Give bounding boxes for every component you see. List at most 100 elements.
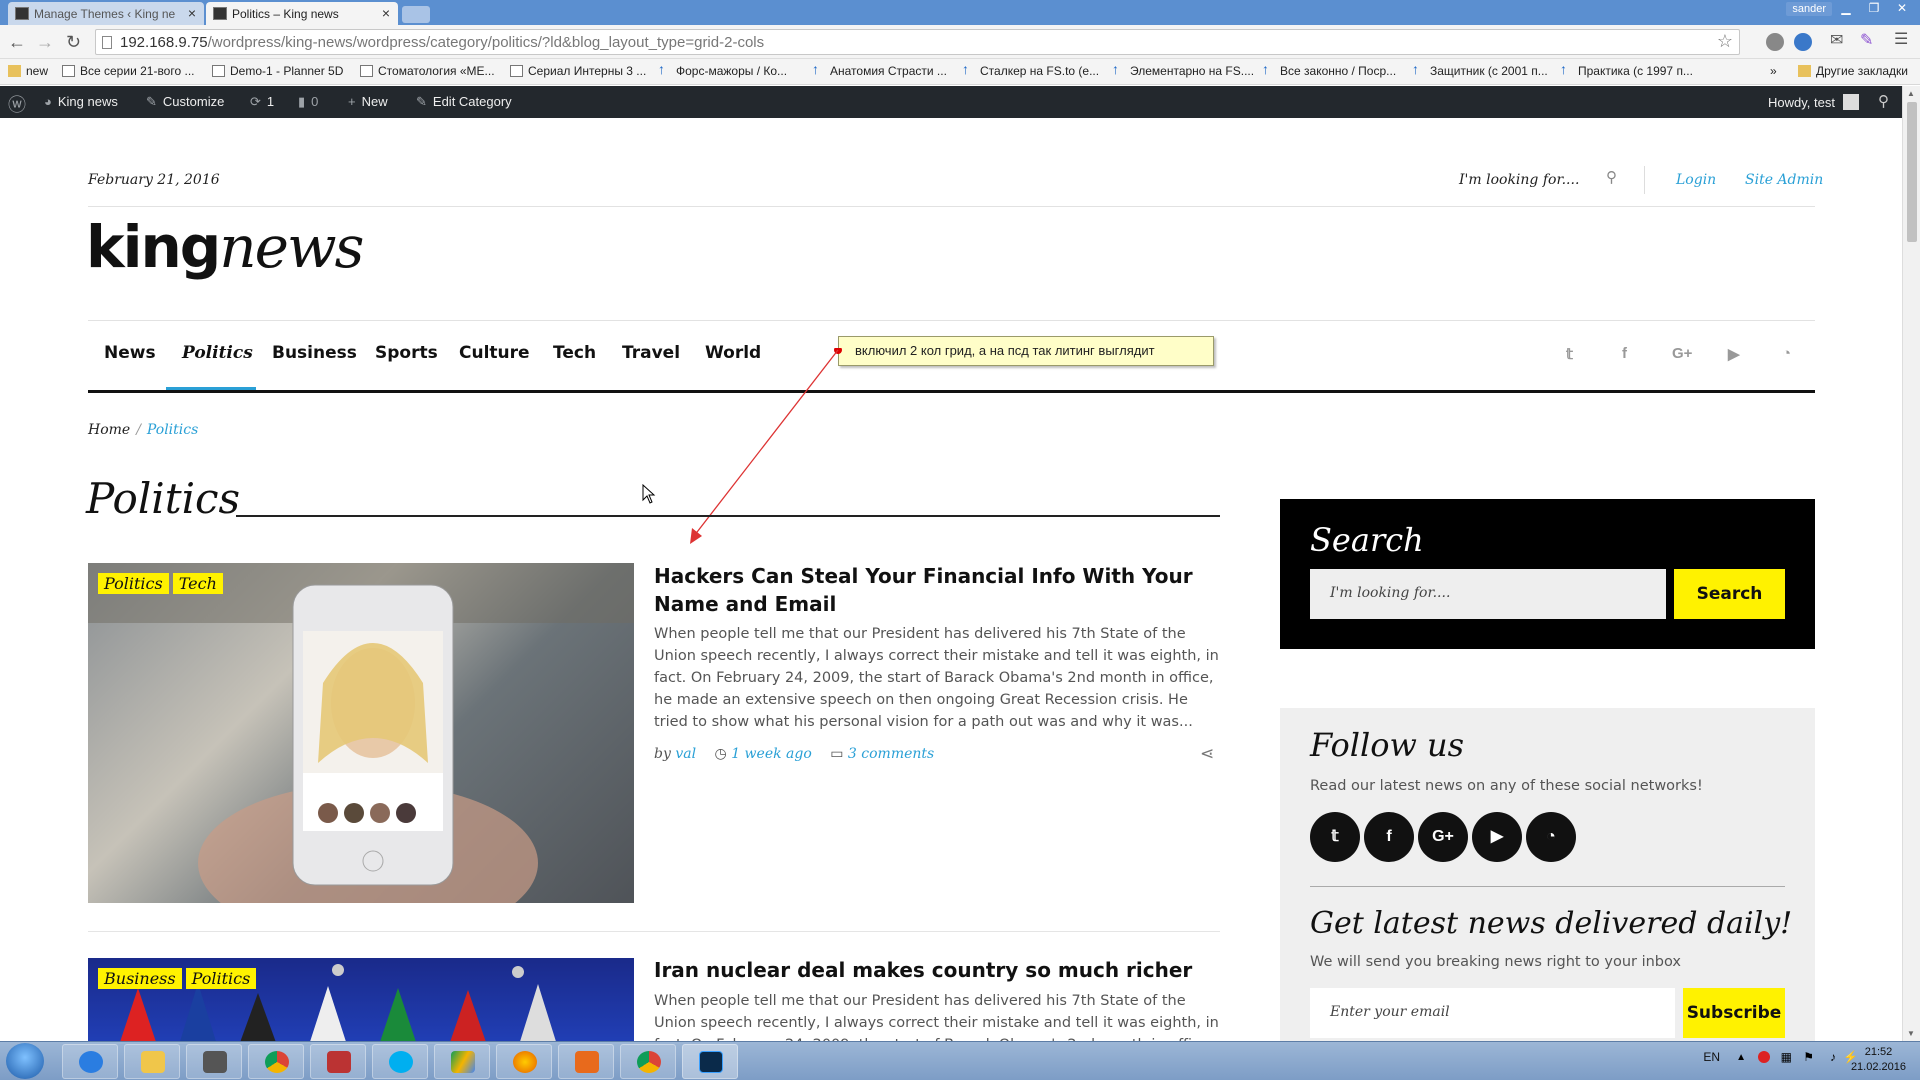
new-tab-button[interactable] [402,6,430,23]
newsletter-email-input[interactable]: Enter your email [1310,988,1675,1038]
scroll-down-icon[interactable]: ▼ [1907,1029,1915,1038]
other-bookmarks[interactable]: Другие закладки [1798,64,1908,78]
taskbar-firefox[interactable] [496,1044,552,1079]
bookmark-item[interactable]: Сериал Интерны 3 ... [510,64,646,78]
bookmark-item[interactable]: ↑ Анатомия Страсти ... [812,61,947,78]
google-plus-icon[interactable]: G+ [1418,812,1468,862]
taskbar-sublime[interactable] [186,1044,242,1079]
admin-comments-link[interactable]: ▮ 0 [298,94,318,110]
post-time-link[interactable]: 1 week ago [731,746,812,762]
subscribe-button[interactable]: Subscribe [1683,988,1785,1038]
opera-tray-icon[interactable] [1758,1051,1770,1063]
bookmark-item[interactable]: ↑ Сталкер на FS.to (е... [962,61,1099,78]
taskbar-chrome-2[interactable] [620,1044,676,1079]
bookmark-item[interactable]: Все серии 21-вого ... [62,64,194,78]
share-icon[interactable]: ⋖ [1200,744,1214,764]
login-link[interactable]: Login [1676,172,1716,188]
search-icon[interactable]: ⚲ [1606,168,1617,186]
facebook-icon[interactable]: f [1364,812,1414,862]
bookmark-star-icon[interactable]: ☆ [1717,31,1733,52]
tag-politics[interactable]: Politics [98,573,169,594]
volume-icon[interactable]: ♪ [1830,1050,1836,1064]
post-title[interactable]: Hackers Can Steal Your Financial Info Wi… [654,562,1224,618]
post-thumbnail[interactable]: Business Politics [88,958,634,1041]
bookmark-item[interactable]: Demo-1 - Planner 5D [212,64,343,78]
nav-item-politics[interactable]: Politics [182,343,253,363]
close-tab-icon[interactable]: × [188,5,196,21]
restore-icon[interactable]: ❐ [1862,0,1886,16]
admin-howdy-link[interactable]: Howdy, test [1768,94,1859,110]
admin-edit-category-link[interactable]: ✎ Edit Category [416,94,512,110]
facebook-icon[interactable]: f [1622,345,1627,362]
nav-item-tech[interactable]: Tech [553,343,596,363]
nav-item-news[interactable]: News [104,343,156,363]
post-author-link[interactable]: val [675,746,696,762]
post-comments-link[interactable]: 3 comments [848,746,934,762]
taskbar-floppy[interactable] [310,1044,366,1079]
extension-icon[interactable] [1794,33,1812,51]
admin-updates-link[interactable]: ⟳ 1 [250,94,274,110]
nav-item-sports[interactable]: Sports [375,343,438,363]
close-window-icon[interactable]: ✕ [1890,0,1914,16]
bookmark-item[interactable]: ↑ Элементарно на FS.... [1112,61,1254,78]
minimize-icon[interactable]: ▁ [1834,0,1858,16]
tag-politics[interactable]: Politics [185,968,257,989]
admin-customize-link[interactable]: ✎ Customize [146,94,224,110]
language-indicator[interactable]: EN [1703,1050,1720,1064]
taskbar-ie[interactable] [62,1044,118,1079]
bookmark-item[interactable]: ↑ Все законно / Поср... [1262,61,1396,78]
twitter-icon[interactable]: 𝕥 [1566,345,1573,363]
wordpress-logo-icon[interactable]: ⓦ [8,91,26,117]
url-input[interactable]: 192.168.9.75/wordpress/king-news/wordpre… [95,29,1740,55]
page-scrollbar[interactable]: ▲ ▼ [1902,86,1920,1041]
youtube-icon[interactable]: ▶ [1728,345,1740,363]
bookmark-item[interactable]: new [8,64,48,78]
forward-icon[interactable]: → [36,32,54,53]
close-tab-icon[interactable]: × [382,5,390,21]
admin-site-link[interactable]: ◕ King news [44,94,118,109]
youtube-icon[interactable]: ▶ [1472,812,1522,862]
nav-item-business[interactable]: Business [272,343,357,363]
nav-item-travel[interactable]: Travel [622,343,680,363]
tray-arrow-icon[interactable]: ▲ [1736,1052,1746,1063]
scrollbar-thumb[interactable] [1907,102,1917,242]
scroll-up-icon[interactable]: ▲ [1907,89,1915,98]
tag-business[interactable]: Business [98,968,182,989]
reload-icon[interactable]: ↻ [66,32,81,53]
more-bookmarks-button[interactable]: » [1770,64,1777,78]
twitter-icon[interactable]: 𝕥 [1310,812,1360,862]
tab-politics[interactable]: Politics – King news × [206,2,398,25]
sidebar-search-button[interactable]: Search [1674,569,1785,619]
back-icon[interactable]: ← [8,32,26,53]
breadcrumb-home[interactable]: Home [88,422,130,438]
network-icon[interactable]: ▦ [1781,1050,1792,1064]
site-admin-link[interactable]: Site Admin [1745,172,1823,188]
admin-search-icon[interactable]: ⚲ [1878,92,1889,110]
bookmark-item[interactable]: ↑ Форс-мажоры / Ко... [658,61,787,78]
flag-icon[interactable]: ⚑ [1803,1050,1814,1064]
admin-new-link[interactable]: + New [348,94,388,109]
taskbar-explorer[interactable] [124,1044,180,1079]
tab-manage-themes[interactable]: Manage Themes ‹ King ne × [8,2,204,25]
bookmark-item[interactable]: ↑ Защитник (с 2001 п... [1412,61,1548,78]
rss-icon[interactable]: ◔ [1526,812,1576,862]
sidebar-search-input[interactable]: I'm looking for.... [1310,569,1666,619]
start-button[interactable] [6,1043,44,1079]
post-title[interactable]: Iran nuclear deal makes country so much … [654,956,1224,984]
google-plus-icon[interactable]: G+ [1672,345,1692,362]
bookmark-item[interactable]: ↑ Практика (с 1997 п... [1560,61,1693,78]
mail-icon[interactable]: ✉ [1830,30,1848,49]
taskbar-clock[interactable]: 21:52 21.02.2016 [1851,1045,1906,1075]
taskbar-skype[interactable] [372,1044,428,1079]
taskbar-outlook[interactable] [558,1044,614,1079]
bookmark-item[interactable]: Стоматология «МЕ... [360,64,495,78]
header-search-input[interactable]: I'm looking for.... [1459,172,1579,188]
site-logo[interactable]: kingnews [86,218,364,277]
post-thumbnail[interactable]: Politics Tech [88,563,634,903]
taskbar-drive[interactable] [434,1044,490,1079]
nav-item-culture[interactable]: Culture [459,343,530,363]
tag-tech[interactable]: Tech [172,573,223,594]
pen-icon[interactable]: ✎ [1860,30,1878,49]
menu-icon[interactable]: ☰ [1894,29,1912,48]
taskbar-chrome[interactable] [248,1044,304,1079]
